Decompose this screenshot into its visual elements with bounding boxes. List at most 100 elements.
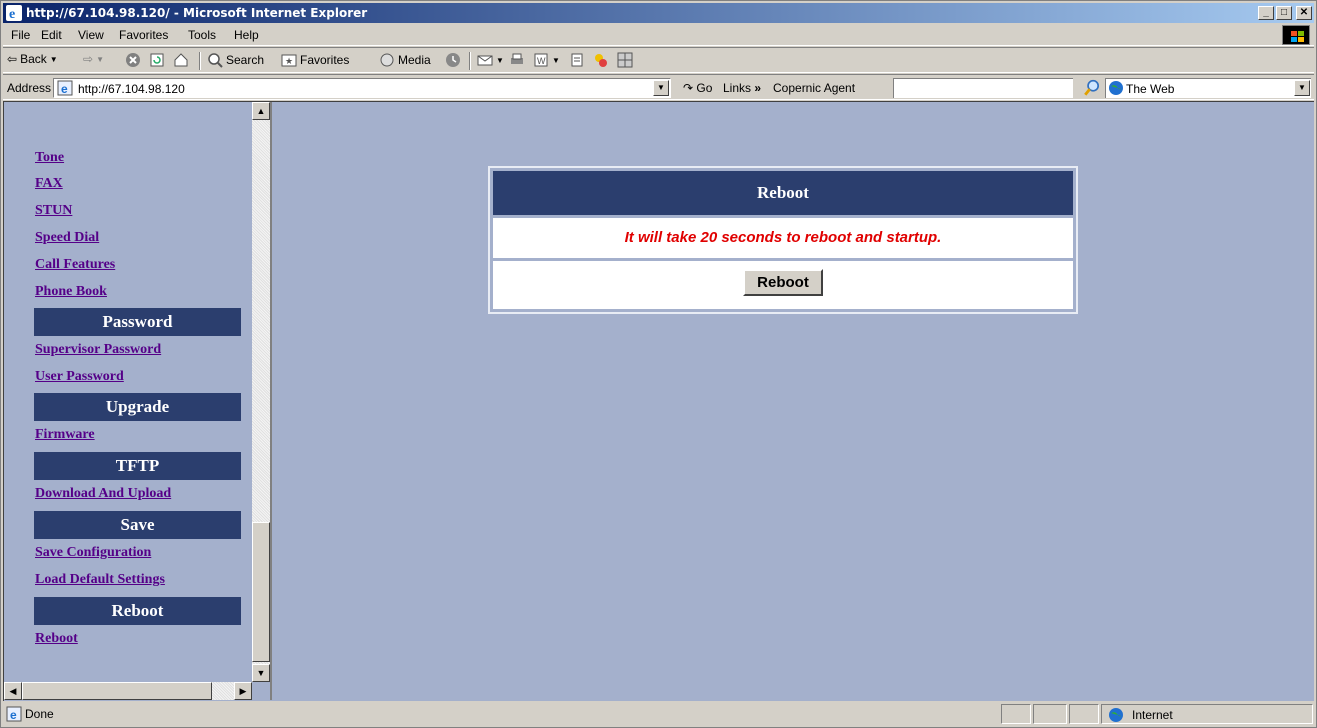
window-title: http://67.104.98.120/ - Microsoft Intern… [26,6,368,20]
menu-tools[interactable]: Tools [188,28,216,42]
discuss-button[interactable] [569,52,585,68]
scroll-thumb[interactable] [252,522,270,662]
scope-dropdown-button[interactable]: ▼ [1294,80,1310,96]
address-dropdown-button[interactable]: ▼ [653,80,669,96]
menu-favorites[interactable]: Favorites [119,28,168,42]
nav-header-password: Password [34,308,241,336]
nav-link-download-and-upload[interactable]: Download And Upload [35,486,171,502]
vertical-scrollbar[interactable]: ▲ ▼ [252,102,270,682]
search-button[interactable]: Search [207,52,264,68]
status-bar: e Done Internet [3,703,1314,725]
media-button[interactable]: Media [379,52,431,68]
copernic-search-input[interactable] [893,78,1073,98]
scroll-down-button[interactable]: ▼ [252,664,270,682]
messenger-icon [595,54,607,67]
page-done-icon: e [6,706,22,722]
scroll-right-button[interactable]: ▶ [234,682,252,700]
chevron-down-icon: ▼ [49,54,58,64]
media-icon [380,53,394,67]
minimize-button[interactable]: _ [1258,6,1274,20]
security-zone: Internet [1101,704,1313,724]
ie-logo-icon: e [6,5,22,21]
home-icon [174,53,188,67]
chevron-down-icon: ▼ [96,54,104,64]
copernic-label: Copernic Agent [773,81,856,95]
status-cell [1033,704,1067,724]
panel-title: Reboot [493,171,1073,215]
maximize-button[interactable]: □ [1276,6,1292,20]
address-input[interactable]: e http://67.104.98.120 ▼ [53,78,671,98]
mail-button[interactable]: ▼ [477,52,504,68]
svg-text:W: W [537,56,546,66]
menu-bar: File Edit View Favorites Tools Help [3,24,1314,46]
page-content: Tone FAX STUN Speed Dial Call Features P… [3,101,1314,701]
search-icon [208,53,223,68]
nav-link-user-password[interactable]: User Password [35,369,124,385]
grid-icon [617,52,633,68]
forward-button[interactable]: ⇨ ▼ [83,52,104,66]
mail-icon [477,55,493,66]
svg-text:e: e [10,708,17,722]
history-icon [446,53,460,67]
word-icon: W [534,53,548,67]
toolbar: ⇦ Back ▼ ⇨ ▼ Search ★ Favorites Media ▼ … [3,47,1314,73]
toolbar-separator [199,52,201,70]
nav-header-save: Save [34,511,241,539]
globe-icon [1109,708,1123,722]
menu-file[interactable]: File [11,28,30,42]
windows-logo-icon [1282,25,1310,45]
horizontal-scroll-thumb[interactable] [22,682,212,700]
toolbar-extra-button[interactable] [617,52,633,68]
nav-link-firmware[interactable]: Firmware [35,427,95,443]
nav-link-phone-book[interactable]: Phone Book [35,284,107,300]
svg-text:★: ★ [285,56,293,66]
address-bar: Address e http://67.104.98.120 ▼ ↷ Go Li… [3,74,1314,100]
menu-help[interactable]: Help [234,28,259,42]
favorites-button[interactable]: ★ Favorites [281,52,349,68]
address-label: Address [7,81,52,95]
home-button[interactable] [173,52,189,68]
favorites-icon: ★ [281,54,297,67]
nav-link-tone[interactable]: Tone [35,150,64,166]
browser-window: e http://67.104.98.120/ - Microsoft Inte… [0,0,1317,728]
print-button[interactable] [509,52,525,68]
refresh-button[interactable] [149,52,165,68]
nav-header-tftp: TFTP [34,452,241,480]
nav-link-supervisor-password[interactable]: Supervisor Password [35,342,161,358]
chevron-down-icon: ▼ [552,55,560,65]
menu-view[interactable]: View [78,28,104,42]
scroll-left-button[interactable]: ◀ [4,682,22,700]
close-button[interactable]: ✕ [1296,6,1312,20]
stop-button[interactable] [125,52,141,68]
go-button[interactable]: ↷ Go [683,81,712,95]
document-icon [571,53,583,67]
page-icon: e [57,80,73,96]
go-arrow-icon: ↷ [683,81,694,95]
button-row: Reboot [493,261,1073,309]
horizontal-scrollbar[interactable]: ◀ ▶ [4,682,252,700]
nav-link-save-configuration[interactable]: Save Configuration [35,545,151,561]
svg-text:e: e [9,7,15,21]
nav-link-reboot[interactable]: Reboot [35,631,78,647]
nav-header-upgrade: Upgrade [34,393,241,421]
status-cell [1001,704,1031,724]
links-button[interactable]: Links » [723,81,761,95]
nav-header-reboot: Reboot [34,597,241,625]
nav-link-call-features[interactable]: Call Features [35,257,115,273]
messenger-button[interactable] [593,52,609,68]
navigation-frame: Tone FAX STUN Speed Dial Call Features P… [4,102,272,700]
edit-button[interactable]: W ▼ [533,52,560,68]
forward-arrow-icon: ⇨ [83,52,94,66]
search-scope-select[interactable]: The Web ▼ [1105,78,1311,98]
history-button[interactable] [445,52,461,68]
toolbar-separator [469,52,471,70]
reboot-button[interactable]: Reboot [743,269,823,296]
magnifier-icon[interactable] [1083,79,1101,97]
nav-link-stun[interactable]: STUN [35,203,72,219]
scroll-up-button[interactable]: ▲ [252,102,270,120]
back-button[interactable]: ⇦ Back ▼ [7,52,58,66]
nav-link-speed-dial[interactable]: Speed Dial [35,230,99,246]
nav-link-fax[interactable]: FAX [35,176,63,192]
nav-link-load-default-settings[interactable]: Load Default Settings [35,572,165,588]
menu-edit[interactable]: Edit [41,28,62,42]
